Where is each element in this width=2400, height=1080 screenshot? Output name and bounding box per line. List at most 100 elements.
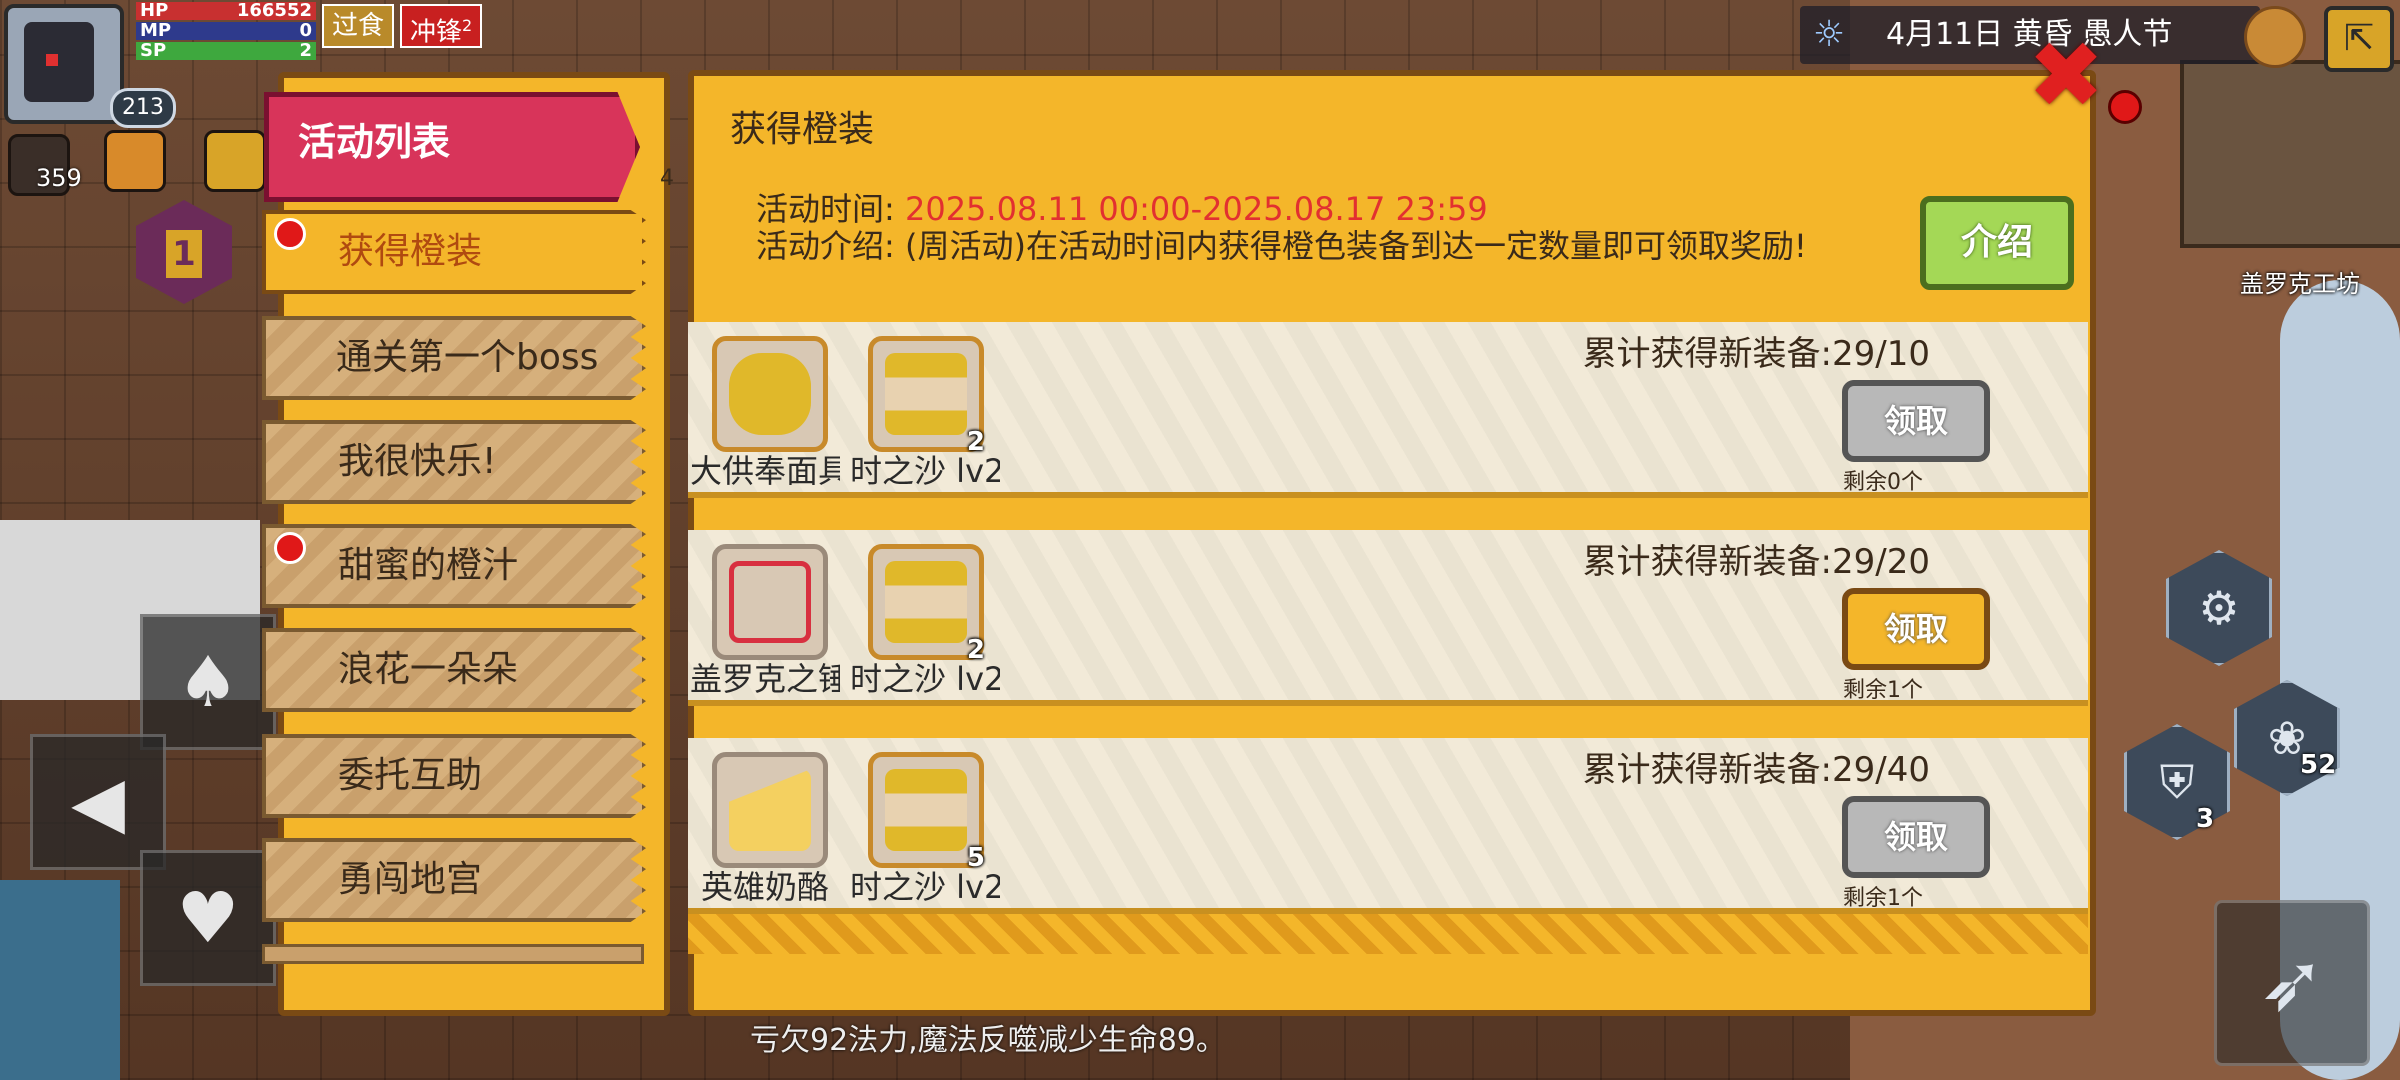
dpad-left-icon: ◀ <box>71 761 125 843</box>
exit-window-button[interactable]: ⇱ <box>2324 6 2394 72</box>
reward-progress: 累计获得新装备:29/10 <box>1582 334 1930 374</box>
menu-item-happy[interactable]: 我很快乐! <box>262 420 646 504</box>
claim-button[interactable]: 领取 <box>1842 588 1990 670</box>
cheese-icon <box>729 769 811 851</box>
menu-item-waves[interactable]: 浪花一朵朵 <box>262 628 646 712</box>
reward-item-slot[interactable]: 5 <box>868 752 985 873</box>
globe-icon[interactable] <box>2244 6 2306 68</box>
claim-button-label: 领取 <box>1883 610 1948 648</box>
menu-item-label: 勇闯地宫 <box>338 859 483 900</box>
activity-title: 获得橙装 <box>730 109 875 150</box>
claim-button[interactable]: 领取 <box>1842 796 1990 878</box>
player-level-badge: 213 <box>110 88 176 128</box>
dpad-up-icon: ♠ <box>176 641 240 723</box>
hammer-icon <box>729 561 811 643</box>
menu-item-label: 通关第一个boss <box>336 337 599 378</box>
background-rug <box>0 880 120 1080</box>
background-room <box>2180 60 2400 248</box>
resource-count: 359 <box>36 164 82 192</box>
reward-item-name: 盖罗克之锤 <box>690 660 840 698</box>
hp-bar: HP 166552 <box>136 2 316 20</box>
activity-time-label: 活动时间: <box>756 190 895 228</box>
npc-location-label: 盖罗克工坊 <box>2240 270 2360 298</box>
reward-remaining: 剩余0个 <box>1843 470 1923 495</box>
sp-label: SP <box>140 40 167 61</box>
notification-dot <box>2108 90 2142 124</box>
reward-item-slot[interactable]: 2 <box>868 336 985 457</box>
bow-attack-button[interactable]: ➶ <box>2214 900 2370 1066</box>
dungeon-floor-number: 1 <box>166 230 202 278</box>
menu-item-label: 委托互助 <box>338 755 483 796</box>
reward-item-name: 时之沙 lv2 <box>850 452 1000 490</box>
menu-item-label: 我很快乐! <box>338 441 497 482</box>
status-tag-charge-label: 冲锋 <box>410 17 463 48</box>
notification-dot <box>274 532 306 564</box>
menu-item-commission[interactable]: 委托互助 <box>262 734 646 818</box>
menu-item-orange-juice[interactable]: 甜蜜的橙汁 <box>262 524 646 608</box>
status-tag-charge-count: 2 <box>462 16 473 35</box>
close-icon: ✖ <box>2027 22 2105 129</box>
menu-item-label: 获得橙装 <box>338 231 483 272</box>
menu-item-label: 甜蜜的橙汁 <box>338 545 519 586</box>
menu-item-label: 浪花一朵朵 <box>338 649 519 690</box>
close-button[interactable]: ✖ <box>2026 22 2106 129</box>
mp-value: 0 <box>299 20 312 41</box>
combat-log-line: 亏欠92法力,魔法反噬减少生命89。 <box>750 1023 1226 1058</box>
sp-bar: SP 2 <box>136 42 316 60</box>
menu-item-dungeon[interactable]: 勇闯地宫 <box>262 838 646 922</box>
reward-item-slot[interactable] <box>712 336 828 452</box>
dpad-up[interactable]: ♠ <box>140 614 276 750</box>
exit-window-icon: ⇱ <box>2343 18 2375 59</box>
activity-menu-side-count: 4 <box>660 166 674 191</box>
menu-item-partial <box>262 944 644 964</box>
menu-item-first-boss[interactable]: 通关第一个boss <box>262 316 646 400</box>
reward-progress: 累计获得新装备:29/20 <box>1582 542 1930 582</box>
skill-hook-icon[interactable] <box>104 130 166 192</box>
mask-icon <box>729 353 811 435</box>
hourglass-icon <box>885 561 967 643</box>
avatar-eye <box>46 54 58 66</box>
claim-button-label: 领取 <box>1883 818 1948 856</box>
dpad-down[interactable]: ♥ <box>140 850 276 986</box>
claim-button[interactable]: 领取 <box>1842 380 1990 462</box>
hp-value: 166552 <box>236 0 312 21</box>
reward-remaining: 剩余1个 <box>1843 886 1923 911</box>
activity-desc-row: 活动介绍: (周活动)在活动时间内获得橙色装备到达一定数量即可领取奖励! <box>756 226 1896 266</box>
reward-progress: 累计获得新装备:29/40 <box>1582 750 1930 790</box>
dpad-down-icon: ♥ <box>176 877 240 959</box>
sp-value: 2 <box>299 40 312 61</box>
reward-remaining: 剩余1个 <box>1843 678 1923 703</box>
claim-button-label: 领取 <box>1883 402 1948 440</box>
notification-dot <box>274 218 306 250</box>
activity-time-value: 2025.08.11 00:00-2025.08.17 23:59 <box>904 190 1488 228</box>
sun-icon: ☼ <box>1812 14 1846 55</box>
status-tag-overeat: 过食 <box>322 4 395 48</box>
activity-time-row: 活动时间: 2025.08.11 00:00-2025.08.17 23:59 <box>756 184 1488 230</box>
mp-bar: MP 0 <box>136 22 316 40</box>
reward-item-slot[interactable] <box>712 544 828 660</box>
mp-label: MP <box>140 20 172 41</box>
hourglass-icon <box>885 353 967 435</box>
reward-item-name: 时之沙 lv2 <box>850 868 1000 906</box>
activity-menu-title: 活动列表 <box>298 120 451 164</box>
hourglass-icon <box>885 769 967 851</box>
reward-item-slot[interactable]: 2 <box>868 544 985 665</box>
armor-skill-count: 3 <box>2196 804 2215 834</box>
paw-skill-count: 52 <box>2300 750 2337 780</box>
status-tag-charge: 冲锋2 <box>400 4 483 48</box>
reward-item-name: 大供奉面具 <box>690 452 840 490</box>
bow-icon: ➶ <box>2258 936 2326 1029</box>
avatar-face <box>24 22 94 102</box>
panel-footer-pattern <box>688 914 2088 954</box>
activity-desc-label: 活动介绍: <box>756 227 895 265</box>
gear-icon: ⚙ <box>2198 581 2240 635</box>
reward-item-slot[interactable] <box>712 752 828 868</box>
hp-label: HP <box>140 0 169 21</box>
skill-arrow-icon[interactable] <box>204 130 266 192</box>
menu-item-get-orange-gear[interactable]: 获得橙装 <box>262 210 646 294</box>
reward-item-name: 英雄奶酪 <box>700 868 829 906</box>
reward-item-name: 时之沙 lv2 <box>850 660 1000 698</box>
activity-desc-value: (周活动)在活动时间内获得橙色装备到达一定数量即可领取奖励! <box>904 227 1807 265</box>
intro-button-label: 介绍 <box>1960 222 2033 263</box>
intro-button[interactable]: 介绍 <box>1920 196 2074 290</box>
